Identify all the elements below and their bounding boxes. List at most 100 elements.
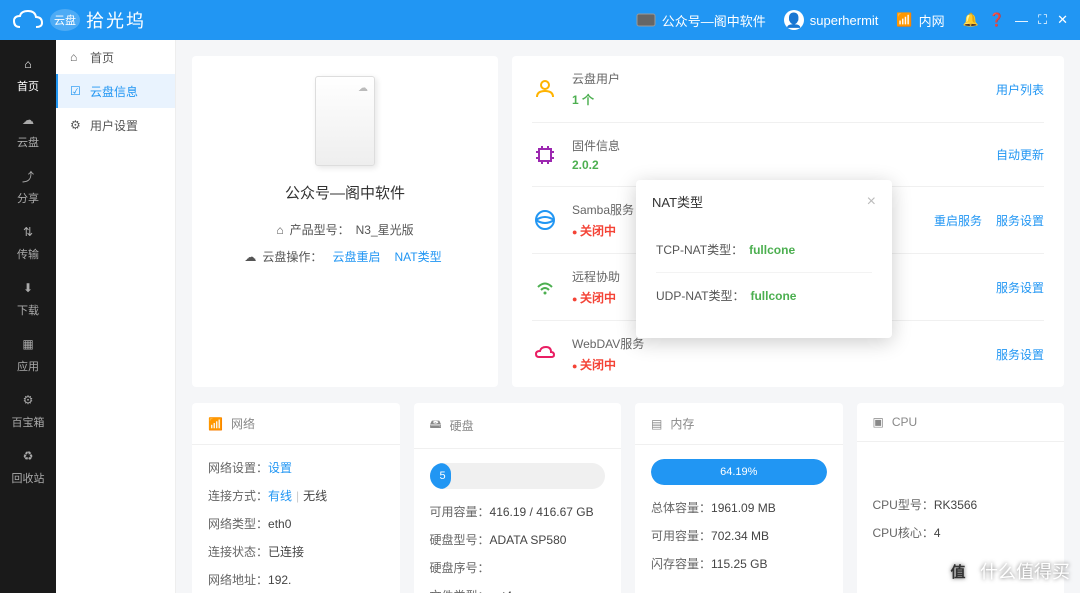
nav-share-label: 分享 [17, 190, 39, 206]
nav-toolbox[interactable]: ⚙ 百宝箱 [0, 382, 56, 438]
bell-icon[interactable]: 🔔 [963, 12, 979, 28]
info-dav-value: 关闭中 [572, 356, 982, 373]
disk-avail-v: 416.19 / 416.67 GB [490, 503, 605, 521]
side-usersetting-label: 用户设置 [90, 117, 138, 134]
info-icon: ☑ [70, 84, 84, 98]
cpu-title: CPU [892, 415, 917, 429]
device-link[interactable]: 公众号—阁中软件 [636, 11, 766, 30]
nav-apps[interactable]: ▦ 应用 [0, 326, 56, 382]
net-type-k: 网络类型： [208, 515, 268, 533]
udp-nat-value: fullcone [750, 289, 796, 303]
topbar: 云盘 拾光坞 公众号—阁中软件 👤 superhermit 📶 内网 🔔 ❓ —… [0, 0, 1080, 40]
model-value: N3_星光版 [356, 221, 414, 238]
memory-card: ▤内存 64.19% 总体容量：1961.09 MB 可用容量：702.34 M… [635, 403, 843, 593]
nav-cloud[interactable]: ☁ 云盘 [0, 102, 56, 158]
nav-apps-label: 应用 [17, 358, 39, 374]
smb-restart-link[interactable]: 重启服务 [934, 212, 982, 229]
user-list-link[interactable]: 用户列表 [996, 81, 1044, 98]
transfer-icon: ⇅ [18, 222, 38, 242]
disk-card: 🖴 硬盘 5 可用容量：416.19 / 416.67 GB 硬盘型号：ADATA… [414, 403, 622, 593]
model-label: 产品型号： [290, 221, 350, 238]
disk-title: 硬盘 [450, 417, 474, 434]
device-label: 公众号—阁中软件 [662, 11, 766, 30]
user-link[interactable]: 👤 superhermit [784, 10, 879, 30]
server-icon [636, 13, 656, 27]
disk-percent: 5 [440, 470, 446, 482]
cpu-core-v: 4 [934, 524, 1048, 542]
mem-title: 内存 [670, 415, 694, 432]
nav-home[interactable]: ⌂ 首页 [0, 46, 56, 102]
modal-close-button[interactable]: × [867, 193, 876, 211]
mem-avail-k: 可用容量： [651, 527, 711, 545]
side-home[interactable]: ⌂ 首页 [56, 40, 175, 74]
nav-transfer[interactable]: ⇅ 传输 [0, 214, 56, 270]
mem-total-k: 总体容量： [651, 499, 711, 517]
disk-model-k: 硬盘型号： [430, 531, 490, 549]
tcp-nat-label: TCP-NAT类型： [656, 243, 743, 257]
ops-label: 云盘操作： [262, 248, 322, 265]
info-user-value: 1 个 [572, 91, 982, 108]
webdav-icon [532, 341, 558, 367]
left-nav: ⌂ 首页 ☁ 云盘 ⤴ 分享 ⇅ 传输 ⬇ 下载 ▦ 应用 ⚙ 百宝箱 ♻ 回收… [0, 40, 56, 593]
help-icon[interactable]: ❓ [989, 12, 1005, 28]
device-image [315, 76, 375, 166]
nav-cloud-label: 云盘 [17, 134, 39, 150]
net-type-v: eth0 [268, 515, 383, 533]
side-list: ⌂ 首页 ☑ 云盘信息 ⚙ 用户设置 [56, 40, 176, 593]
cloud-mini-icon: ☁ [244, 250, 256, 264]
cloud-icon: ☁ [18, 110, 38, 130]
smb-settings-link[interactable]: 服务设置 [996, 212, 1044, 229]
device-ops-line: ☁ 云盘操作： 云盘重启 NAT类型 [244, 248, 445, 265]
nav-download[interactable]: ⬇ 下载 [0, 270, 56, 326]
tcp-nat-value: fullcone [749, 243, 795, 257]
net-addr-k: 网络地址： [208, 571, 268, 589]
net-wired-link[interactable]: 有线 [268, 489, 292, 503]
network-link[interactable]: 📶 内网 [896, 11, 944, 30]
device-card: 公众号—阁中软件 ⌂ 产品型号： N3_星光版 ☁ 云盘操作： 云盘重启 NAT… [192, 56, 498, 387]
mem-swap-v: 115.25 GB [711, 555, 826, 573]
home-icon: ⌂ [18, 54, 38, 74]
info-fw-title: 固件信息 [572, 137, 982, 154]
dav-settings-link[interactable]: 服务设置 [996, 346, 1044, 363]
net-settings-link[interactable]: 设置 [268, 461, 292, 475]
logo-sub: 云盘 [50, 9, 80, 31]
disk-icon: 🖴 [430, 415, 442, 436]
net-addr-v: 192. [268, 571, 383, 589]
cpu-model-v: RK3566 [934, 496, 1048, 514]
close-button[interactable]: ✕ [1057, 12, 1068, 28]
cpu-core-k: CPU核心： [873, 524, 934, 542]
side-usersetting[interactable]: ⚙ 用户设置 [56, 108, 175, 142]
op-restart-link[interactable]: 云盘重启 [332, 248, 380, 265]
disk-progress: 5 [430, 463, 606, 489]
net-set-k: 网络设置： [208, 459, 268, 477]
disk-avail-k: 可用容量： [430, 503, 490, 521]
apps-icon: ▦ [18, 334, 38, 354]
remote-icon [532, 274, 558, 300]
nav-trash[interactable]: ♻ 回收站 [0, 438, 56, 494]
info-fw-value: 2.0.2 [572, 158, 982, 172]
cloud-logo-icon [12, 9, 44, 31]
device-name: 公众号—阁中软件 [285, 182, 405, 203]
wifi-icon: 📶 [896, 12, 912, 28]
net-label: 内网 [919, 11, 945, 30]
modal-title: NAT类型 [652, 192, 703, 211]
net-title: 网络 [231, 415, 255, 432]
chip-icon [532, 142, 558, 168]
disk-sn-v [490, 559, 605, 577]
side-cloudinfo[interactable]: ☑ 云盘信息 [56, 74, 175, 108]
nav-transfer-label: 传输 [17, 246, 39, 262]
minimize-button[interactable]: — [1015, 13, 1028, 28]
mem-swap-k: 闪存容量： [651, 555, 711, 573]
globe-icon [532, 207, 558, 233]
home-mini-icon: ⌂ [276, 223, 283, 237]
remote-settings-link[interactable]: 服务设置 [996, 279, 1044, 296]
nav-share[interactable]: ⤴ 分享 [0, 158, 56, 214]
op-nat-link[interactable]: NAT类型 [394, 248, 441, 265]
disk-model-v: ADATA SP580 [490, 531, 605, 549]
gear-icon: ⚙ [70, 118, 84, 132]
mem-percent: 64.19% [720, 466, 757, 478]
nav-trash-label: 回收站 [12, 470, 45, 486]
auto-update-link[interactable]: 自动更新 [996, 146, 1044, 163]
share-icon: ⤴ [18, 166, 38, 186]
maximize-button[interactable]: ⛶ [1038, 12, 1047, 28]
